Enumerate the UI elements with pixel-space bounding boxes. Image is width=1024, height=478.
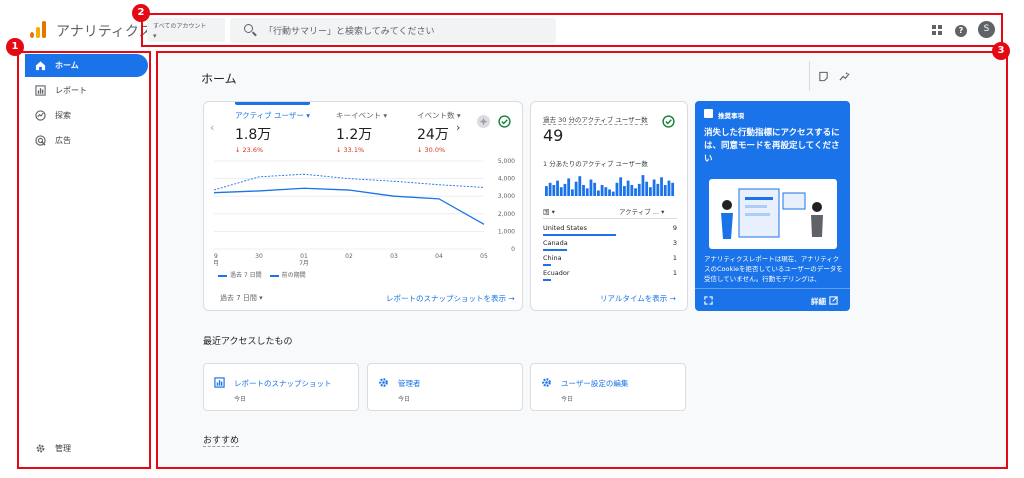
app-title: アナリティクス bbox=[56, 24, 153, 40]
annotation-badge-3: 3 bbox=[992, 42, 1010, 60]
analytics-app: アナリティクス すべてのアカウント ▾ 「行動サマリー」と検索してみてください … bbox=[0, 0, 1024, 478]
annotation-box-topbar bbox=[141, 13, 1003, 47]
annotation-badge-2: 2 bbox=[132, 4, 150, 22]
annotation-box-main bbox=[156, 51, 1008, 469]
annotation-box-sidebar bbox=[17, 51, 151, 469]
annotation-badge-1: 1 bbox=[6, 38, 24, 56]
analytics-logo-icon[interactable] bbox=[30, 20, 48, 38]
